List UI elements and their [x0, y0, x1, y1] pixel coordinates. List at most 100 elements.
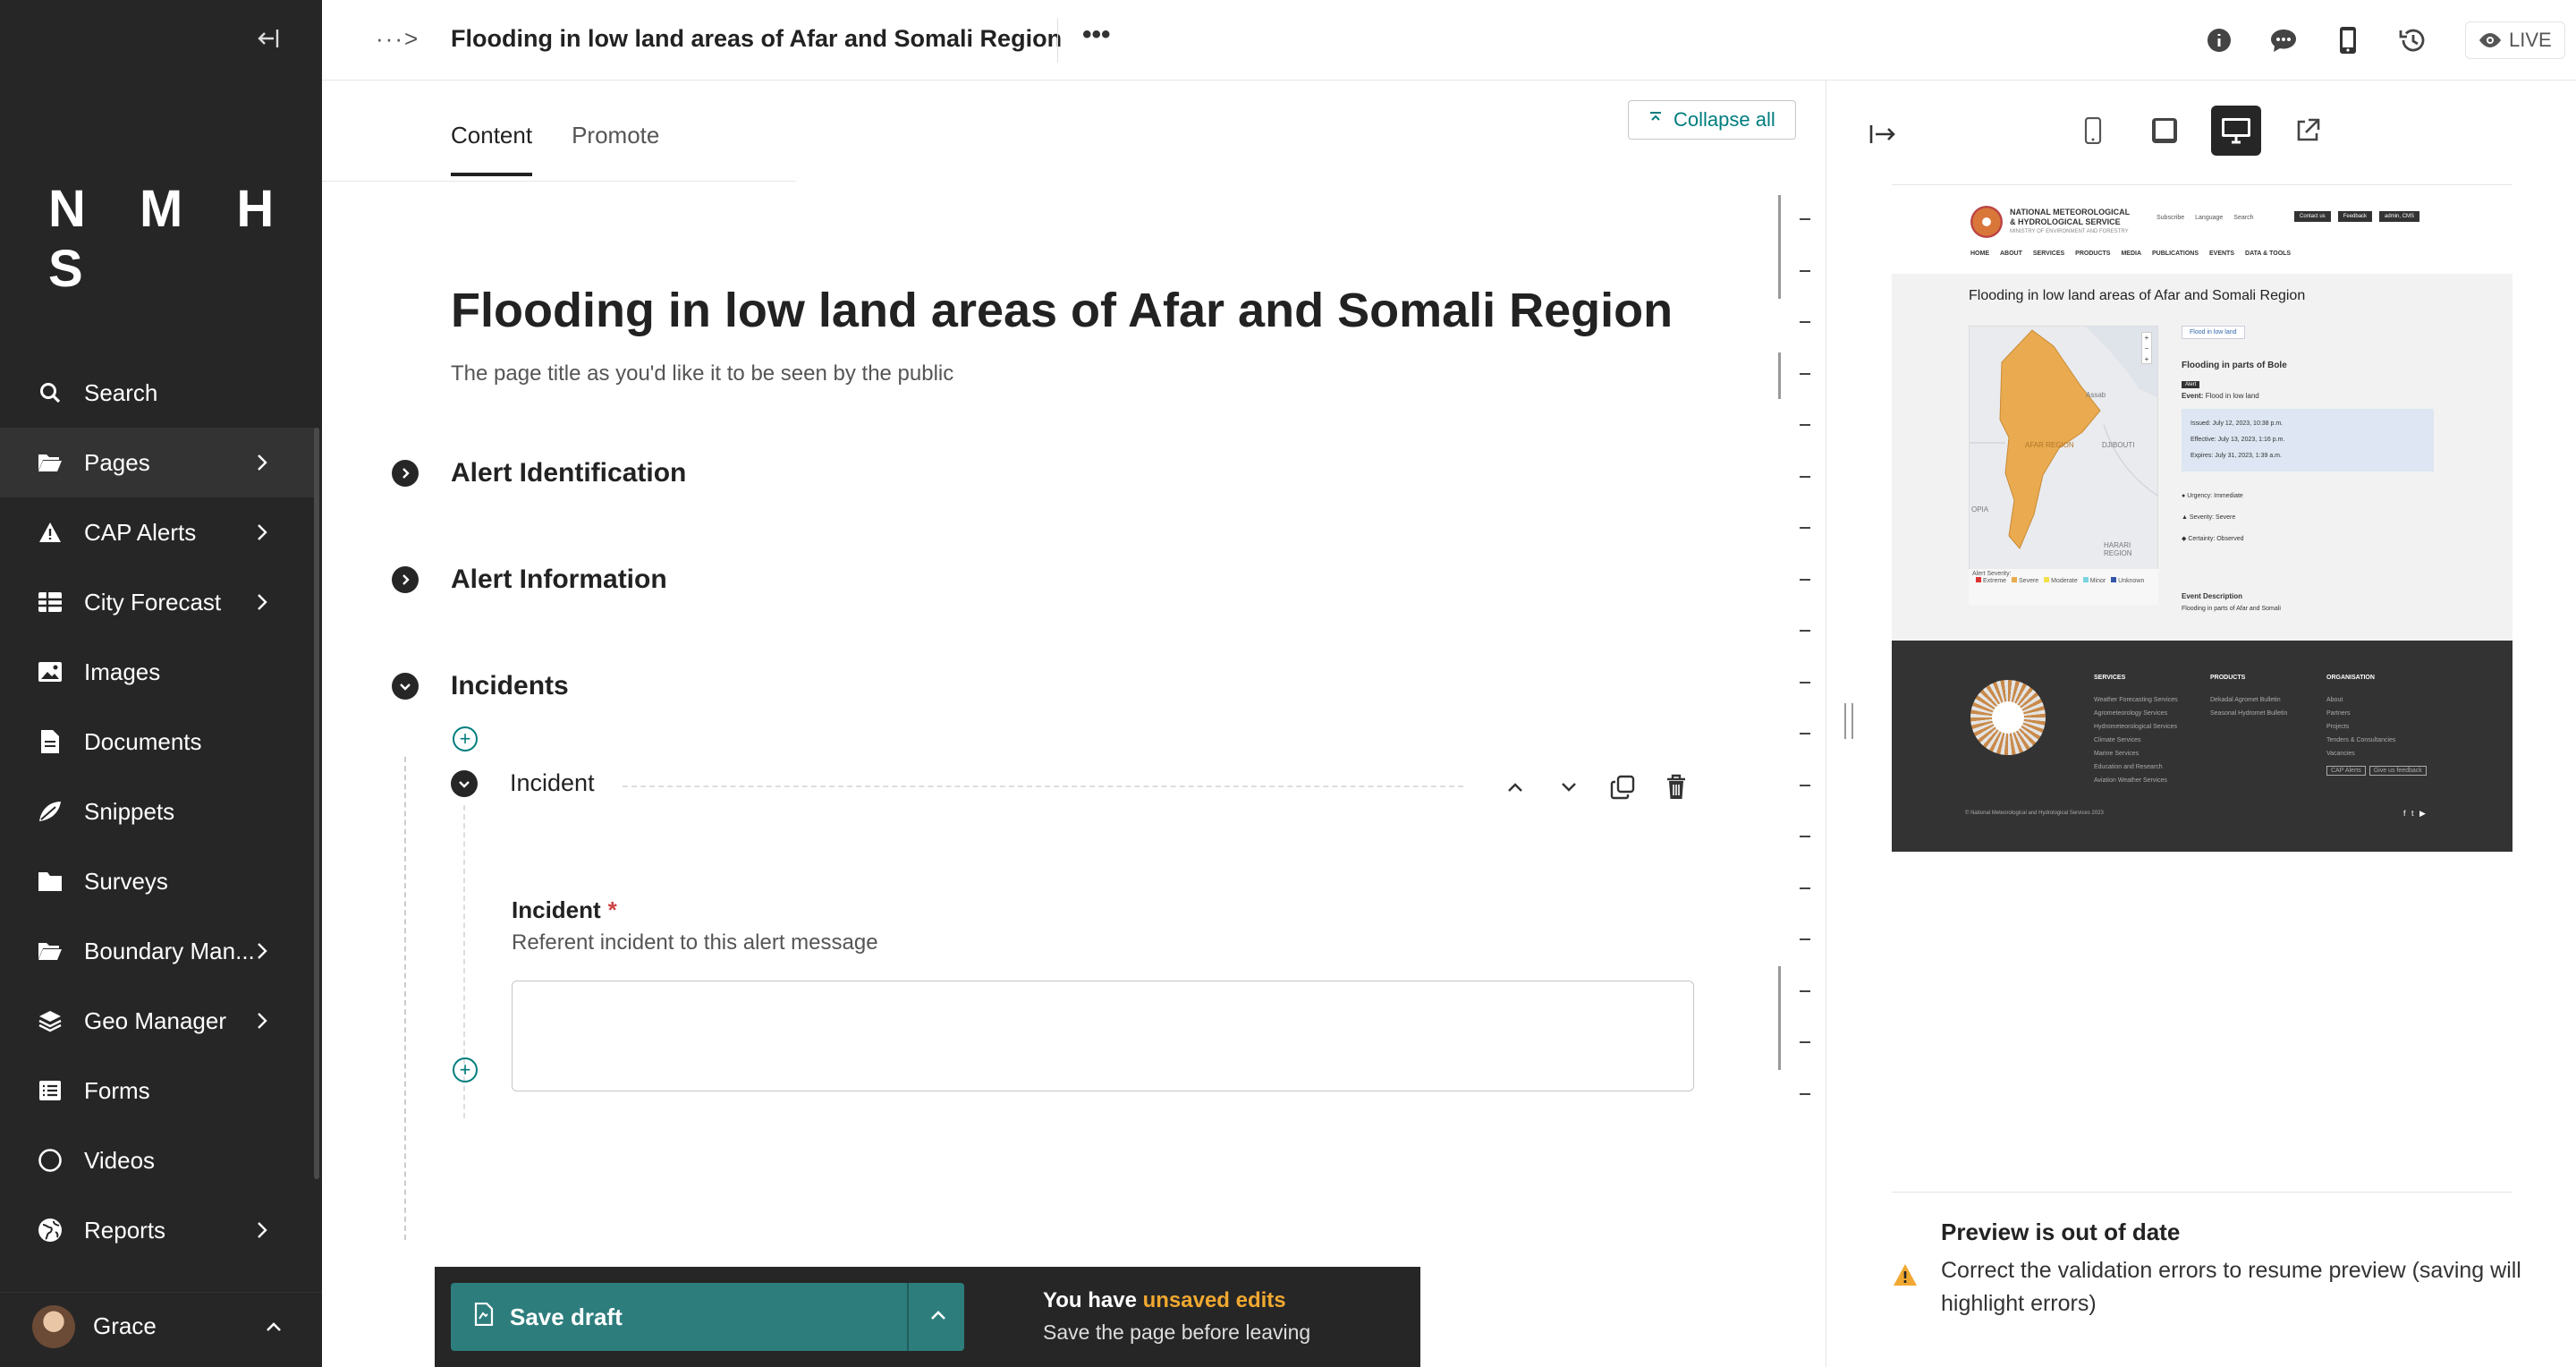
legend-item: Extreme	[1983, 578, 2007, 584]
collapse-sidebar-icon[interactable]	[250, 25, 286, 61]
certainty: Certainty: Observed	[2188, 536, 2244, 542]
footer-col-organisation: ORGANISATION About Partners Projects Ten…	[2326, 671, 2427, 777]
sidebar-item-snippets[interactable]: Snippets	[0, 777, 315, 846]
event-description: Event Description Flooding in parts of A…	[2182, 592, 2281, 612]
duplicate-icon[interactable]	[1596, 769, 1649, 805]
user-menu[interactable]: Grace	[0, 1292, 322, 1360]
title-input[interactable]: Flooding in low land areas of Afar and S…	[451, 283, 1971, 338]
tabs-divider	[322, 181, 796, 182]
chevron-up-icon	[261, 1314, 286, 1339]
section-incidents[interactable]: Incidents	[392, 671, 569, 701]
minimap-bar	[1778, 352, 1781, 399]
title-field[interactable]: Flooding in low land areas of Afar and S…	[451, 277, 1989, 349]
live-status-button[interactable]: LIVE	[2465, 21, 2565, 59]
minimap-bar	[1778, 966, 1781, 1070]
add-block-icon[interactable]: +	[453, 1057, 478, 1083]
breadcrumb[interactable]: ···>	[376, 25, 419, 53]
folder-open-icon	[36, 448, 64, 477]
list-icon	[36, 1076, 64, 1105]
collapse-all-button[interactable]: Collapse all	[1628, 100, 1796, 140]
event-line: Event: Flood in low land	[2182, 392, 2434, 400]
chevron-up-icon[interactable]	[925, 1303, 952, 1336]
util-link: Search	[2233, 215, 2254, 221]
preview-warning-text: Correct the validation errors to resume …	[1941, 1258, 2521, 1316]
delete-icon[interactable]	[1649, 769, 1703, 805]
sidebar-item-pages[interactable]: Pages	[0, 428, 315, 497]
sidebar-item-documents[interactable]: Documents	[0, 707, 315, 777]
save-draft-button[interactable]: Save draft	[451, 1283, 964, 1351]
site-nav-item: SERVICES	[2032, 250, 2065, 257]
collapse-all-label: Collapse all	[1674, 108, 1775, 131]
sidebar-item-boundary-manager[interactable]: Boundary Man...	[0, 916, 315, 986]
site-alert-body: Flooding in low land areas of Afar and S…	[1892, 274, 2512, 641]
footer-logo	[1970, 680, 2046, 755]
legend-item: Minor	[2089, 578, 2106, 584]
circle-icon	[36, 1146, 64, 1175]
desktop-device-icon[interactable]	[2211, 106, 2261, 156]
footer-link: Hydrometeorological Services	[2094, 724, 2177, 730]
close-preview-icon[interactable]	[1866, 116, 1902, 152]
globe-icon	[36, 1216, 64, 1244]
footer-col-services: SERVICES Weather Forecasting Services Ag…	[2094, 671, 2178, 787]
add-block-icon[interactable]: +	[453, 726, 478, 751]
save-document-icon	[474, 1302, 494, 1332]
panel-resize-handle[interactable]	[1844, 703, 1853, 739]
minimap-tick	[1800, 990, 1810, 992]
chevron-down-circle-icon[interactable]	[451, 769, 478, 797]
minimap-tick	[1800, 527, 1810, 529]
preview-frame[interactable]: NATIONAL METEOROLOGICAL & HYDROLOGICAL S…	[1892, 186, 2512, 852]
mobile-preview-icon[interactable]	[2331, 23, 2365, 57]
footer-link: Climate Services	[2094, 737, 2141, 743]
editor-panel: Content Promote Collapse all Flooding in…	[322, 81, 1826, 1367]
section-alert-identification[interactable]: Alert Identification	[392, 458, 686, 488]
page-header: ···> Flooding in low land areas of Afar …	[322, 0, 2576, 81]
sidebar-item-surveys[interactable]: Surveys	[0, 846, 315, 916]
nmhs-logo[interactable]: N M H S	[48, 179, 322, 299]
chevron-right-icon	[249, 938, 275, 964]
tablet-device-icon[interactable]	[2140, 106, 2190, 156]
minimap[interactable]	[1778, 195, 1814, 1152]
footer-link: Vacancies	[2326, 751, 2355, 757]
move-up-icon[interactable]	[1488, 769, 1542, 805]
minimap-tick	[1800, 887, 1810, 889]
tab-content[interactable]: Content	[451, 122, 533, 176]
alert-properties: ● Urgency: Immediate ▲ Severity: Severe …	[2182, 493, 2244, 542]
more-actions-button[interactable]: •••	[1082, 20, 1111, 50]
sidebar-scrollbar[interactable]	[314, 428, 319, 1179]
sidebar-item-forms[interactable]: Forms	[0, 1056, 315, 1125]
map-label: DJIBOUTI	[2102, 441, 2135, 449]
sidebar-item-search[interactable]: Search	[0, 358, 315, 428]
chevron-right-icon	[249, 1217, 275, 1244]
minimap-tick	[1800, 218, 1810, 220]
sidebar-item-cap-alerts[interactable]: CAP Alerts	[0, 497, 315, 567]
info-icon[interactable]	[2202, 23, 2236, 57]
snippet-icon	[36, 797, 64, 826]
site-nav-item: PUBLICATIONS	[2152, 250, 2199, 257]
social-icons: f t ▶	[2403, 809, 2428, 818]
eye-icon	[2479, 33, 2501, 47]
legend-title: Alert Severity:	[1972, 571, 2012, 577]
util-link: Subscribe	[2157, 215, 2185, 221]
mobile-device-icon[interactable]	[2068, 106, 2118, 156]
sidebar-item-city-forecast[interactable]: City Forecast	[0, 567, 315, 637]
sidebar-item-videos[interactable]: Videos	[0, 1125, 315, 1195]
minimap-tick	[1800, 938, 1810, 940]
minimap-bar	[1778, 195, 1781, 299]
tab-promote[interactable]: Promote	[572, 122, 659, 176]
live-label: LIVE	[2509, 29, 2552, 51]
section-alert-information[interactable]: Alert Information	[392, 565, 667, 595]
incident-chooser-field[interactable]	[512, 981, 1694, 1091]
map-legend: Alert Severity: Extreme Severe Moderate …	[1969, 569, 2158, 605]
footer-link: Partners	[2326, 710, 2351, 717]
map-zoom-controls: + − +	[2141, 332, 2152, 364]
effective-time: Effective: July 13, 2023, 1:16 p.m.	[2190, 437, 2285, 443]
sidebar-item-reports[interactable]: Reports	[0, 1195, 315, 1265]
map-label: OPIA	[1971, 505, 1989, 514]
history-icon[interactable]	[2395, 23, 2429, 57]
chevron-right-icon	[249, 1007, 275, 1034]
comment-icon[interactable]	[2267, 23, 2301, 57]
open-in-new-tab-icon[interactable]	[2283, 106, 2333, 156]
move-down-icon[interactable]	[1542, 769, 1596, 805]
sidebar-item-images[interactable]: Images	[0, 637, 315, 707]
sidebar-item-geo-manager[interactable]: Geo Manager	[0, 986, 315, 1056]
